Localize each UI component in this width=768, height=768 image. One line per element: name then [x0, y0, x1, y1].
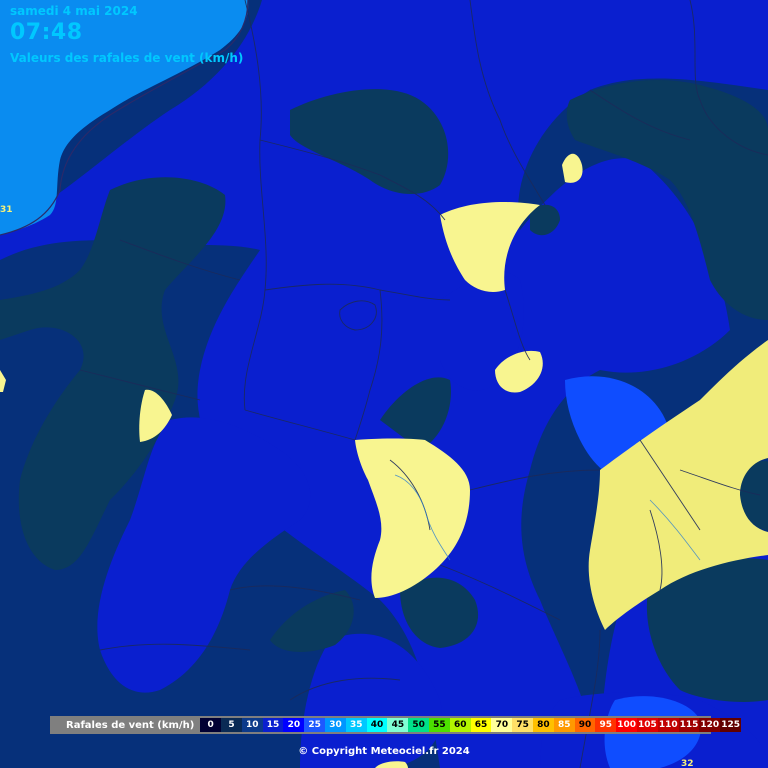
- legend-step: 5: [221, 718, 242, 732]
- forecast-date: samedi 4 mai 2024: [10, 4, 138, 18]
- legend-step: 20: [283, 718, 305, 732]
- legend-step: 125: [720, 718, 741, 732]
- legend-step: 70: [491, 718, 513, 732]
- legend-step: 65: [470, 718, 492, 732]
- legend-step: 80: [533, 718, 554, 732]
- legend-step: 75: [512, 718, 534, 732]
- color-legend: Rafales de vent (km/h) 0 5 10 15 20 25 30 35 40 4…: [50, 716, 741, 734]
- legend-step: 105: [637, 718, 658, 732]
- edge-value-bottom-right: 32: [681, 759, 694, 768]
- legend-step: 120: [699, 718, 721, 732]
- legend-step: 110: [657, 718, 679, 732]
- legend-step: 115: [678, 718, 700, 732]
- legend-step: 45: [387, 718, 409, 732]
- edge-value-left: 31: [0, 205, 13, 215]
- legend-title: Rafales de vent (km/h): [66, 719, 195, 731]
- wind-gust-map: samedi 4 mai 2024 07:48 Valeurs des rafa…: [0, 0, 768, 768]
- forecast-time: 07:48: [10, 20, 83, 45]
- legend-step: 10: [241, 718, 263, 732]
- legend-step: 95: [595, 718, 617, 732]
- legend-step: 100: [616, 718, 638, 732]
- legend-step: 85: [553, 718, 575, 732]
- legend-scale: 0 5 10 15 20 25 30 35 40 45 50 55 60 65 70 75 80 85 90 95 10…: [200, 718, 741, 732]
- legend-step: 55: [429, 718, 450, 732]
- legend-step: 25: [304, 718, 326, 732]
- legend-step: 15: [262, 718, 284, 732]
- legend-step: 30: [325, 718, 346, 732]
- map-description: Valeurs des rafales de vent (km/h): [10, 51, 244, 65]
- legend-step: 60: [449, 718, 471, 732]
- legend-step: 35: [345, 718, 367, 732]
- copyright-notice: © Copyright Meteociel.fr 2024: [298, 746, 470, 757]
- legend-step: 50: [408, 718, 430, 732]
- legend-step: 90: [574, 718, 596, 732]
- legend-step: 0: [200, 718, 222, 732]
- legend-step: 40: [366, 718, 388, 732]
- map-canvas: [0, 0, 768, 768]
